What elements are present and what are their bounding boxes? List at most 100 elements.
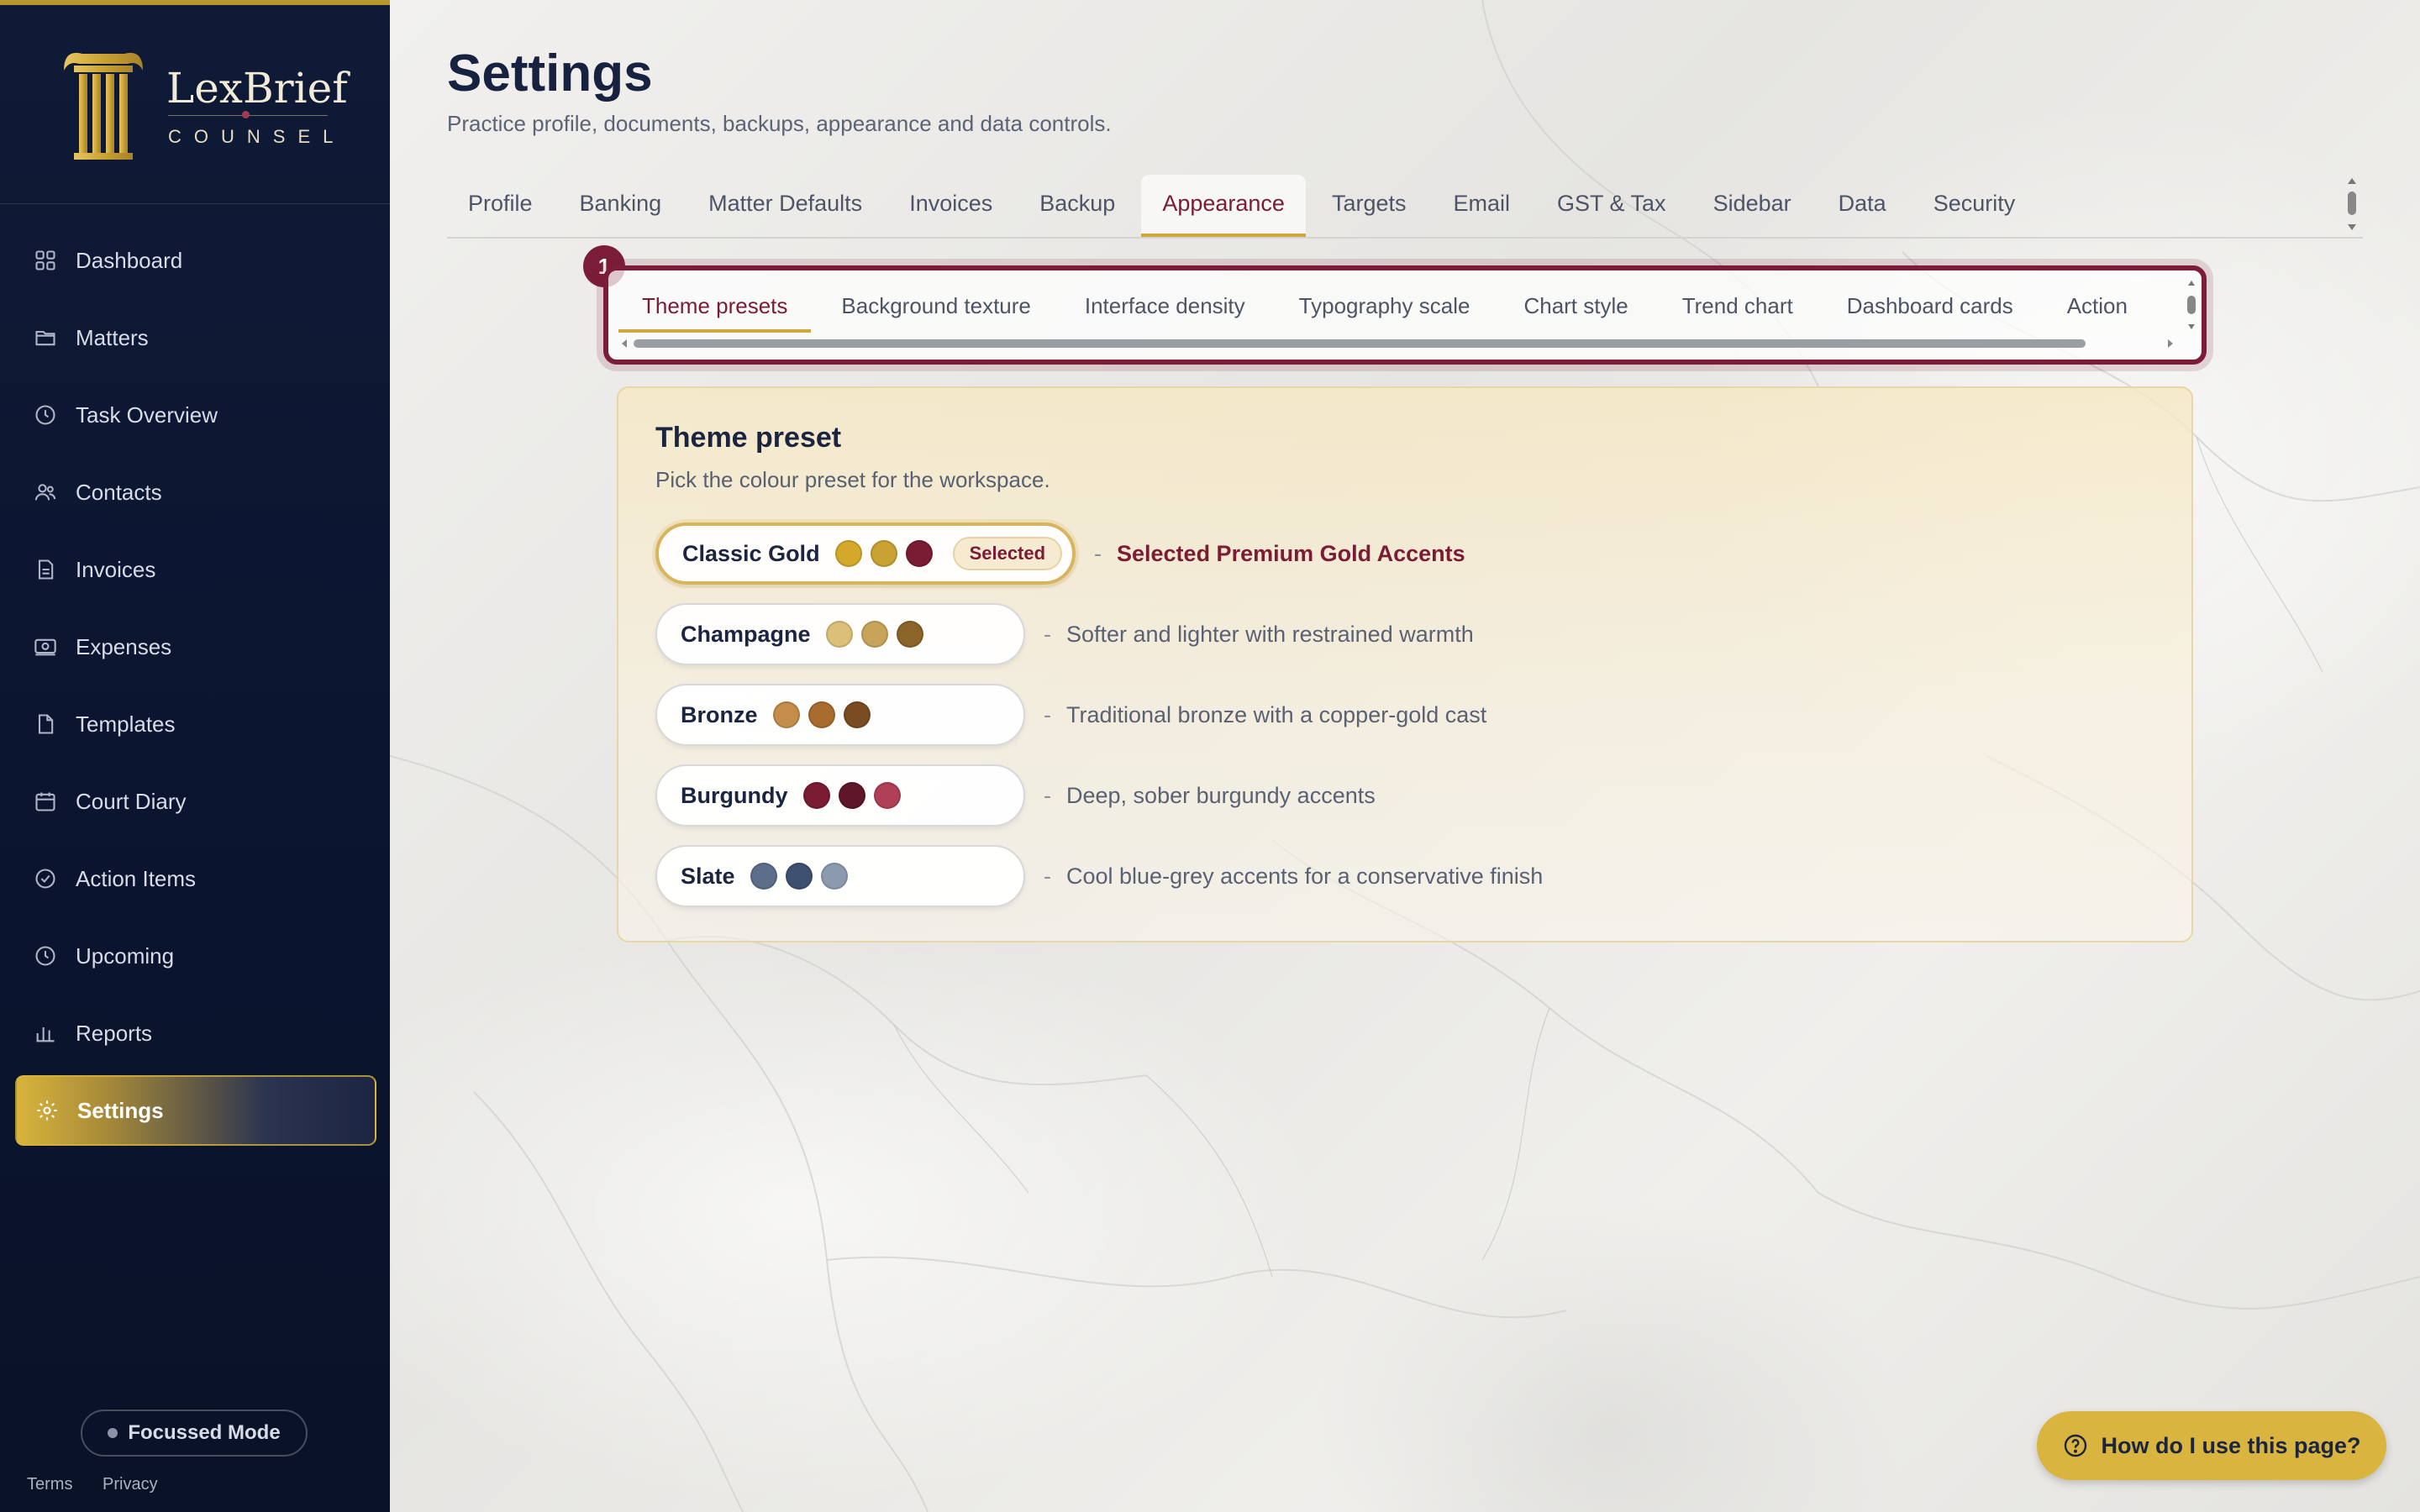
sidebar-item-settings[interactable]: Settings bbox=[15, 1075, 376, 1146]
sidebar: LexBrief COUNSEL Dashboard Matters Task … bbox=[0, 0, 390, 1512]
preset-description: - Cool blue-grey accents for a conservati… bbox=[1044, 863, 1544, 889]
tab-data[interactable]: Data bbox=[1818, 175, 1907, 234]
preset-description: - Deep, sober burgundy accents bbox=[1044, 782, 1376, 808]
preset-champagne[interactable]: Champagne bbox=[655, 603, 1025, 665]
subtab-chart-style[interactable]: Chart style bbox=[1500, 284, 1651, 329]
tab-profile[interactable]: Profile bbox=[447, 175, 554, 234]
subtab-trend-chart[interactable]: Trend chart bbox=[1659, 284, 1817, 329]
brand-sub: COUNSEL bbox=[168, 126, 346, 147]
sidebar-item-reports[interactable]: Reports bbox=[15, 998, 376, 1068]
preset-row-champagne: Champagne - Softer and lighter with restr… bbox=[655, 603, 1474, 665]
theme-preset-card: Theme preset Pick the colour preset for … bbox=[617, 386, 2193, 942]
swatch bbox=[834, 540, 862, 567]
swatch bbox=[896, 621, 923, 648]
swatch bbox=[905, 540, 933, 567]
sidebar-item-court-diary[interactable]: Court Diary bbox=[15, 766, 376, 837]
subtab-theme-presets[interactable]: Theme presets bbox=[618, 284, 812, 333]
sidebar-item-label: Action Items bbox=[76, 865, 197, 891]
subtabs-vertical-scrollbar[interactable] bbox=[2185, 279, 2198, 331]
subtab-interface-density[interactable]: Interface density bbox=[1061, 284, 1269, 329]
subtab-action[interactable]: Action bbox=[2044, 284, 2151, 329]
preset-burgundy[interactable]: Burgundy bbox=[655, 764, 1025, 827]
sidebar-item-contacts[interactable]: Contacts bbox=[15, 457, 376, 528]
swatch bbox=[838, 782, 865, 809]
sidebar-item-invoices[interactable]: Invoices bbox=[15, 534, 376, 605]
sidebar-item-label: Upcoming bbox=[76, 942, 175, 969]
subtabs-horizontal-scrollbar[interactable] bbox=[634, 339, 2086, 348]
sidebar-item-label: Court Diary bbox=[76, 788, 187, 814]
file-icon bbox=[38, 714, 54, 734]
swatch bbox=[785, 863, 813, 890]
subtab-typography-scale[interactable]: Typography scale bbox=[1276, 284, 1494, 329]
preset-row-classic-gold: Classic Gold Selected - Selected Premium … bbox=[655, 522, 1465, 585]
sidebar-item-label: Settings bbox=[77, 1097, 164, 1123]
preset-bronze[interactable]: Bronze bbox=[655, 684, 1025, 746]
brand-dot bbox=[242, 111, 250, 118]
sidebar-item-expenses[interactable]: Expenses bbox=[15, 612, 376, 682]
scroll-left-icon[interactable] bbox=[618, 338, 630, 349]
brand-name: LexBrief bbox=[166, 64, 348, 113]
preset-row-burgundy: Burgundy - Deep, sober burgundy accents bbox=[655, 764, 1376, 827]
tab-sidebar[interactable]: Sidebar bbox=[1692, 175, 1812, 234]
footer-links: Terms Privacy bbox=[27, 1475, 183, 1494]
preset-name: Burgundy bbox=[681, 782, 788, 808]
pillar-icon bbox=[64, 52, 143, 160]
users-icon bbox=[34, 484, 56, 501]
tab-email[interactable]: Email bbox=[1432, 175, 1531, 234]
swatch bbox=[870, 540, 897, 567]
sidebar-item-label: Invoices bbox=[76, 556, 156, 582]
preset-row-slate: Slate - Cool blue-grey accents for a cons… bbox=[655, 845, 1543, 907]
subtab-background-texture[interactable]: Background texture bbox=[818, 284, 1054, 329]
swatch bbox=[802, 782, 830, 809]
preset-name: Classic Gold bbox=[682, 540, 820, 566]
tab-gst-tax[interactable]: GST & Tax bbox=[1536, 175, 1687, 234]
scroll-right-icon[interactable] bbox=[2165, 338, 2176, 349]
tab-appearance[interactable]: Appearance bbox=[1141, 175, 1306, 237]
sidebar-item-label: Expenses bbox=[76, 633, 172, 659]
sidebar-item-label: Dashboard bbox=[76, 247, 183, 273]
check-circle-icon bbox=[35, 869, 55, 889]
help-button[interactable]: How do I use this page? bbox=[2037, 1411, 2386, 1480]
focus-mode-button[interactable]: Focussed Mode bbox=[81, 1410, 308, 1457]
sidebar-item-upcoming[interactable]: Upcoming bbox=[15, 921, 376, 991]
privacy-link[interactable]: Privacy bbox=[103, 1475, 158, 1494]
status-dot bbox=[108, 1428, 118, 1438]
page-title: Settings bbox=[447, 45, 653, 102]
terms-link[interactable]: Terms bbox=[27, 1475, 72, 1494]
sidebar-item-label: Matters bbox=[76, 324, 149, 350]
clock-icon bbox=[35, 946, 55, 966]
clock-icon bbox=[35, 405, 55, 425]
sidebar-item-task-overview[interactable]: Task Overview bbox=[15, 380, 376, 450]
tab-backup[interactable]: Backup bbox=[1018, 175, 1136, 234]
swatch bbox=[820, 863, 848, 890]
preset-classic-gold[interactable]: Classic Gold Selected bbox=[655, 522, 1076, 585]
sidebar-item-dashboard[interactable]: Dashboard bbox=[15, 225, 376, 296]
sidebar-item-matters[interactable]: Matters bbox=[15, 302, 376, 373]
preset-name: Slate bbox=[681, 863, 735, 889]
settings-tabs: Profile Banking Matter Defaults Invoices… bbox=[447, 175, 2363, 239]
help-icon bbox=[2065, 1434, 2087, 1457]
page-subtitle: Practice profile, documents, backups, ap… bbox=[447, 111, 1112, 136]
preset-row-bronze: Bronze - Traditional bronze with a copper… bbox=[655, 684, 1486, 746]
sidebar-item-templates[interactable]: Templates bbox=[15, 689, 376, 759]
preset-name: Bronze bbox=[681, 701, 758, 727]
tab-targets[interactable]: Targets bbox=[1311, 175, 1428, 234]
sidebar-item-action-items[interactable]: Action Items bbox=[15, 843, 376, 914]
appearance-subtabs: Theme presets Background texture Interfa… bbox=[603, 265, 2207, 365]
sidebar-nav: Dashboard Matters Task Overview Contacts… bbox=[15, 225, 376, 1152]
brand-logo[interactable]: LexBrief COUNSEL bbox=[57, 45, 348, 171]
subtab-dashboard-cards[interactable]: Dashboard cards bbox=[1823, 284, 2037, 329]
tabs-scrollbar[interactable] bbox=[2344, 175, 2360, 234]
folder-icon bbox=[35, 330, 55, 346]
sidebar-divider bbox=[0, 203, 390, 204]
bar-chart-icon bbox=[36, 1027, 55, 1042]
tab-banking[interactable]: Banking bbox=[559, 175, 683, 234]
preset-description: - Softer and lighter with restrained warm… bbox=[1044, 621, 1474, 647]
tab-matter-defaults[interactable]: Matter Defaults bbox=[687, 175, 883, 234]
preset-name: Champagne bbox=[681, 621, 811, 647]
preset-slate[interactable]: Slate bbox=[655, 845, 1025, 907]
tab-security[interactable]: Security bbox=[1912, 175, 2037, 234]
tab-invoices[interactable]: Invoices bbox=[888, 175, 1013, 234]
sidebar-item-label: Contacts bbox=[76, 479, 162, 505]
preset-description: - Selected Premium Gold Accents bbox=[1094, 540, 1465, 566]
